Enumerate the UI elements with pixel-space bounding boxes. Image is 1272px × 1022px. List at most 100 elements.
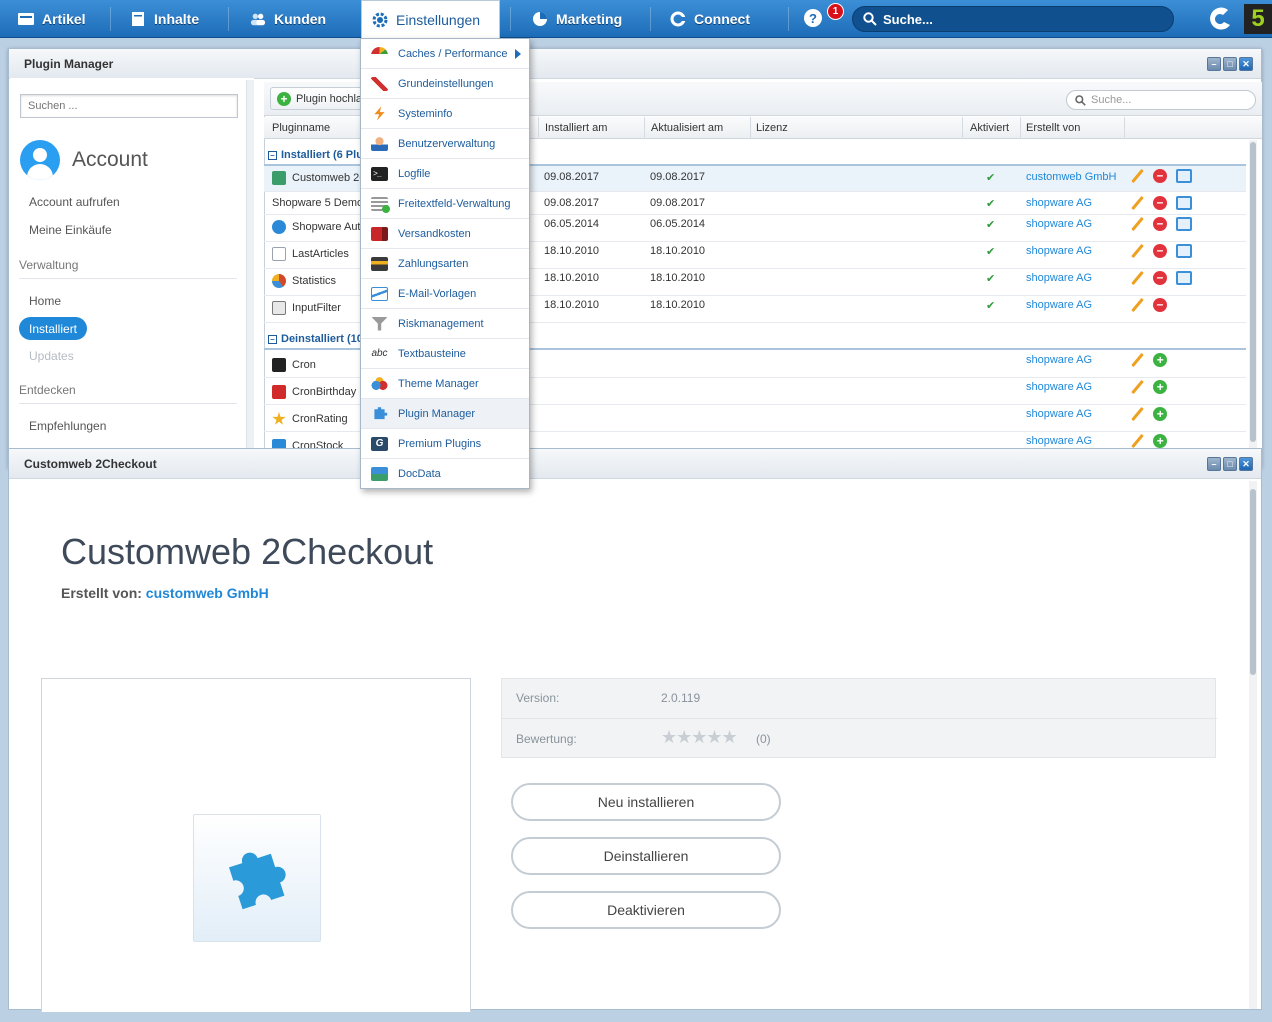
author-link[interactable]: shopware AG [1026, 435, 1092, 447]
edit-pencil-icon[interactable] [1130, 353, 1144, 367]
close-button[interactable]: ✕ [1239, 457, 1253, 471]
shopware-logo-icon[interactable] [1206, 6, 1234, 32]
sidebar-link-installed[interactable]: Installiert [19, 317, 88, 340]
menu-item-riskmanagement[interactable]: Riskmanagement [361, 309, 529, 339]
nav-artikel[interactable]: Artikel [8, 0, 96, 38]
menu-item-caches[interactable]: Caches / Performance [361, 39, 529, 69]
column-header-pluginname[interactable]: Pluginname [272, 122, 330, 134]
shopware-5-logo[interactable]: 5 [1244, 4, 1272, 34]
edit-pencil-icon[interactable] [1130, 380, 1144, 394]
active-check-icon: ✔ [986, 198, 996, 210]
global-search[interactable] [852, 6, 1174, 32]
edit-pencil-icon[interactable] [1130, 271, 1144, 285]
sidebar-search-input[interactable] [20, 94, 238, 118]
edit-pencil-icon[interactable] [1130, 217, 1144, 231]
reinstall-icon[interactable] [1176, 244, 1192, 258]
install-plus-icon[interactable]: + [1153, 380, 1167, 394]
author-link[interactable]: customweb GmbH [1026, 171, 1116, 183]
uninstall-minus-icon[interactable]: – [1153, 244, 1167, 258]
detail-scrollbar-thumb[interactable] [1250, 489, 1256, 675]
author-link[interactable]: shopware AG [1026, 299, 1092, 311]
sidebar-link-account[interactable]: Account aufrufen [29, 195, 120, 209]
sidebar-link-recommendations[interactable]: Empfehlungen [29, 419, 106, 433]
menu-item-benutzerverwaltung[interactable]: Benutzerverwaltung [361, 129, 529, 159]
author-link[interactable]: shopware AG [1026, 272, 1092, 284]
menu-item-theme-manager[interactable]: Theme Manager [361, 369, 529, 399]
author-link[interactable]: shopware AG [1026, 218, 1092, 230]
edit-pencil-icon[interactable] [1130, 244, 1144, 258]
install-plus-icon[interactable]: + [1153, 407, 1167, 421]
edit-pencil-icon[interactable] [1130, 434, 1144, 448]
menu-item-email-vorlagen[interactable]: E-Mail-Vorlagen [361, 279, 529, 309]
minimize-button[interactable]: – [1207, 457, 1221, 471]
author-link[interactable]: shopware AG [1026, 381, 1092, 393]
nav-marketing[interactable]: Marketing [522, 0, 632, 38]
install-plus-icon[interactable]: + [1153, 434, 1167, 448]
sidebar-scrollbar[interactable] [246, 80, 254, 448]
column-header-updated[interactable]: Aktualisiert am [651, 122, 723, 134]
uninstall-minus-icon[interactable]: – [1153, 298, 1167, 312]
nav-inhalte[interactable]: Inhalte [120, 0, 209, 38]
notification-badge[interactable]: 1 [827, 3, 844, 20]
edit-pencil-icon[interactable] [1130, 298, 1144, 312]
edit-pencil-icon[interactable] [1130, 196, 1144, 210]
reinstall-icon[interactable] [1176, 169, 1192, 183]
detail-titlebar[interactable]: Customweb 2Checkout – □ ✕ [9, 449, 1261, 479]
menu-item-plugin-manager[interactable]: Plugin Manager [361, 399, 529, 429]
uninstall-minus-icon[interactable]: – [1153, 271, 1167, 285]
menu-item-zahlungsarten[interactable]: Zahlungsarten [361, 249, 529, 279]
menu-item-logfile[interactable]: >_ Logfile [361, 159, 529, 189]
close-button[interactable]: ✕ [1239, 57, 1253, 71]
deactivate-button[interactable]: Deaktivieren [511, 891, 781, 929]
sidebar-link-home[interactable]: Home [29, 294, 61, 308]
grid-search[interactable]: Suche... [1066, 90, 1256, 110]
author-link[interactable]: shopware AG [1026, 197, 1092, 209]
menu-item-premium-plugins[interactable]: G Premium Plugins [361, 429, 529, 459]
uninstall-button[interactable]: Deinstallieren [511, 837, 781, 875]
nav-connect[interactable]: Connect [660, 0, 760, 38]
uninstall-minus-icon[interactable]: – [1153, 217, 1167, 231]
menu-item-docdata[interactable]: DocData [361, 459, 529, 489]
reinstall-icon[interactable] [1176, 196, 1192, 210]
global-search-input[interactable] [883, 11, 1163, 27]
account-header[interactable]: Account [20, 140, 148, 180]
reinstall-icon[interactable] [1176, 271, 1192, 285]
column-header-author[interactable]: Erstellt von [1026, 122, 1080, 134]
column-header-installed[interactable]: Installiert am [545, 122, 607, 134]
edit-pencil-icon[interactable] [1130, 169, 1144, 183]
reinstall-button[interactable]: Neu installieren [511, 783, 781, 821]
author-link[interactable]: shopware AG [1026, 408, 1092, 420]
author-link[interactable]: shopware AG [1026, 245, 1092, 257]
grid-scrollbar-thumb[interactable] [1250, 142, 1256, 442]
reinstall-icon[interactable] [1176, 217, 1192, 231]
menu-item-label: Textbausteine [398, 347, 466, 360]
uninstall-minus-icon[interactable]: – [1153, 169, 1167, 183]
menu-item-systeminfo[interactable]: Systeminfo [361, 99, 529, 129]
nav-einstellungen[interactable]: Einstellungen [361, 0, 500, 38]
detail-window-title: Customweb 2Checkout [24, 456, 157, 471]
help-button[interactable]: ? [804, 9, 822, 27]
install-plus-icon[interactable]: + [1153, 353, 1167, 367]
edit-pencil-icon[interactable] [1130, 407, 1144, 421]
menu-item-textbausteine[interactable]: abc Textbausteine [361, 339, 529, 369]
minimize-button[interactable]: – [1207, 57, 1221, 71]
menu-item-freitextfeld[interactable]: Freitextfeld-Verwaltung [361, 189, 529, 219]
sidebar-link-updates[interactable]: Updates [29, 349, 74, 363]
created-by-link[interactable]: customweb GmbH [146, 585, 269, 601]
nav-einstellungen-label: Einstellungen [396, 11, 481, 28]
maximize-button[interactable]: □ [1223, 57, 1237, 71]
column-header-license[interactable]: Lizenz [756, 122, 788, 134]
plugin-icon [272, 220, 286, 234]
maximize-button[interactable]: □ [1223, 457, 1237, 471]
grid-scrollbar[interactable] [1249, 140, 1257, 448]
sidebar-link-purchases[interactable]: Meine Einkäufe [29, 223, 112, 237]
uninstall-minus-icon[interactable]: – [1153, 196, 1167, 210]
author-link[interactable]: shopware AG [1026, 354, 1092, 366]
plugin-manager-titlebar[interactable]: Plugin Manager – □ ✕ [9, 49, 1261, 79]
menu-item-grundeinstellungen[interactable]: Grundeinstellungen [361, 69, 529, 99]
detail-scrollbar[interactable] [1249, 481, 1257, 1009]
nav-kunden[interactable]: Kunden [240, 0, 336, 38]
column-header-active[interactable]: Aktiviert [970, 122, 1009, 134]
menu-item-versandkosten[interactable]: Versandkosten [361, 219, 529, 249]
credit-card-icon [371, 256, 388, 271]
